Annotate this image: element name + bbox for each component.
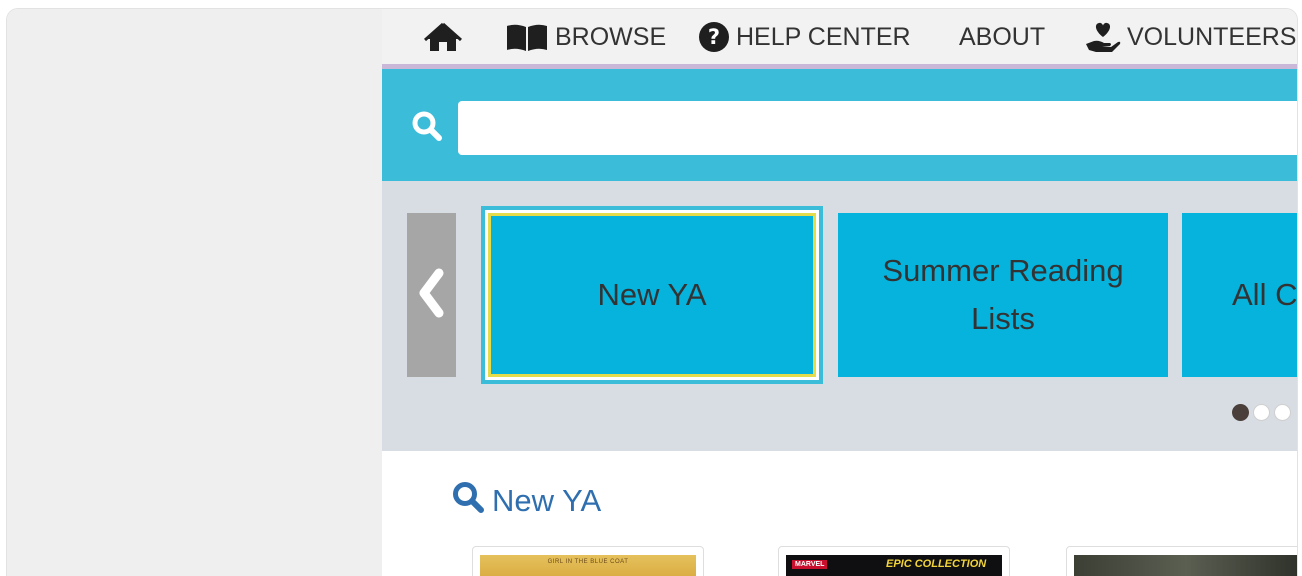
section-heading[interactable]: New YA bbox=[452, 481, 601, 521]
book-cover: GIRL IN THE BLUE COAT bbox=[480, 555, 696, 576]
book-card[interactable]: GIRL IN THE BLUE COAT bbox=[472, 546, 704, 576]
home-icon bbox=[424, 22, 462, 52]
chevron-left-icon bbox=[419, 268, 445, 323]
nav-browse-label: BROWSE bbox=[555, 22, 667, 51]
carousel: New YA Summer Reading Lists All C bbox=[382, 181, 1297, 451]
carousel-tile-summer-reading[interactable]: Summer Reading Lists bbox=[838, 213, 1168, 377]
library-site: BROWSE ? HELP CENTER ABOUT VOLUNTEERS Ne… bbox=[382, 9, 1297, 576]
heart-hand-icon bbox=[1085, 20, 1121, 54]
nav-about[interactable]: ABOUT bbox=[959, 21, 1045, 53]
carousel-prev-button[interactable] bbox=[407, 213, 456, 377]
nav-about-label: ABOUT bbox=[959, 22, 1046, 51]
book-cover bbox=[1074, 555, 1297, 576]
nav-volunteers[interactable]: VOLUNTEERS bbox=[1085, 21, 1296, 53]
browser-viewport: BROWSE ? HELP CENTER ABOUT VOLUNTEERS Ne… bbox=[6, 8, 1298, 576]
nav-browse[interactable]: BROWSE bbox=[505, 21, 666, 53]
carousel-tile-label: Summer Reading Lists bbox=[882, 253, 1124, 336]
nav-help-center[interactable]: ? HELP CENTER bbox=[698, 21, 911, 53]
book-cover-caption: GIRL IN THE BLUE COAT bbox=[547, 559, 629, 565]
svg-text:?: ? bbox=[708, 25, 720, 49]
nav-help-label: HELP CENTER bbox=[736, 22, 911, 51]
carousel-pagination bbox=[1232, 404, 1291, 421]
open-book-icon bbox=[505, 22, 549, 52]
carousel-dot-2[interactable] bbox=[1253, 404, 1270, 421]
carousel-tile-all[interactable]: All C bbox=[1182, 213, 1297, 377]
search-icon bbox=[452, 481, 484, 521]
left-blank-panel bbox=[7, 9, 382, 576]
book-card[interactable]: MARVEL EPIC COLLECTION bbox=[778, 546, 1010, 576]
carousel-tile-new-ya[interactable]: New YA bbox=[485, 210, 819, 380]
nav-home[interactable] bbox=[424, 21, 462, 53]
search-input[interactable] bbox=[458, 101, 1297, 155]
book-cover-publisher: MARVEL bbox=[792, 560, 828, 569]
search-bar bbox=[382, 69, 1297, 181]
question-circle-icon: ? bbox=[698, 21, 730, 53]
search-icon[interactable] bbox=[412, 111, 442, 146]
book-card[interactable] bbox=[1066, 546, 1297, 576]
carousel-tile-label: All C bbox=[1232, 277, 1297, 312]
nav-volunteers-label: VOLUNTEERS bbox=[1127, 22, 1297, 51]
book-cover: MARVEL EPIC COLLECTION bbox=[786, 555, 1002, 576]
section-title: New YA bbox=[492, 483, 602, 518]
carousel-dot-3[interactable] bbox=[1274, 404, 1291, 421]
top-navigation: BROWSE ? HELP CENTER ABOUT VOLUNTEERS bbox=[382, 9, 1297, 64]
book-cover-caption: EPIC COLLECTION bbox=[886, 558, 987, 570]
carousel-dot-1[interactable] bbox=[1232, 404, 1249, 421]
carousel-tile-label: New YA bbox=[597, 277, 707, 312]
